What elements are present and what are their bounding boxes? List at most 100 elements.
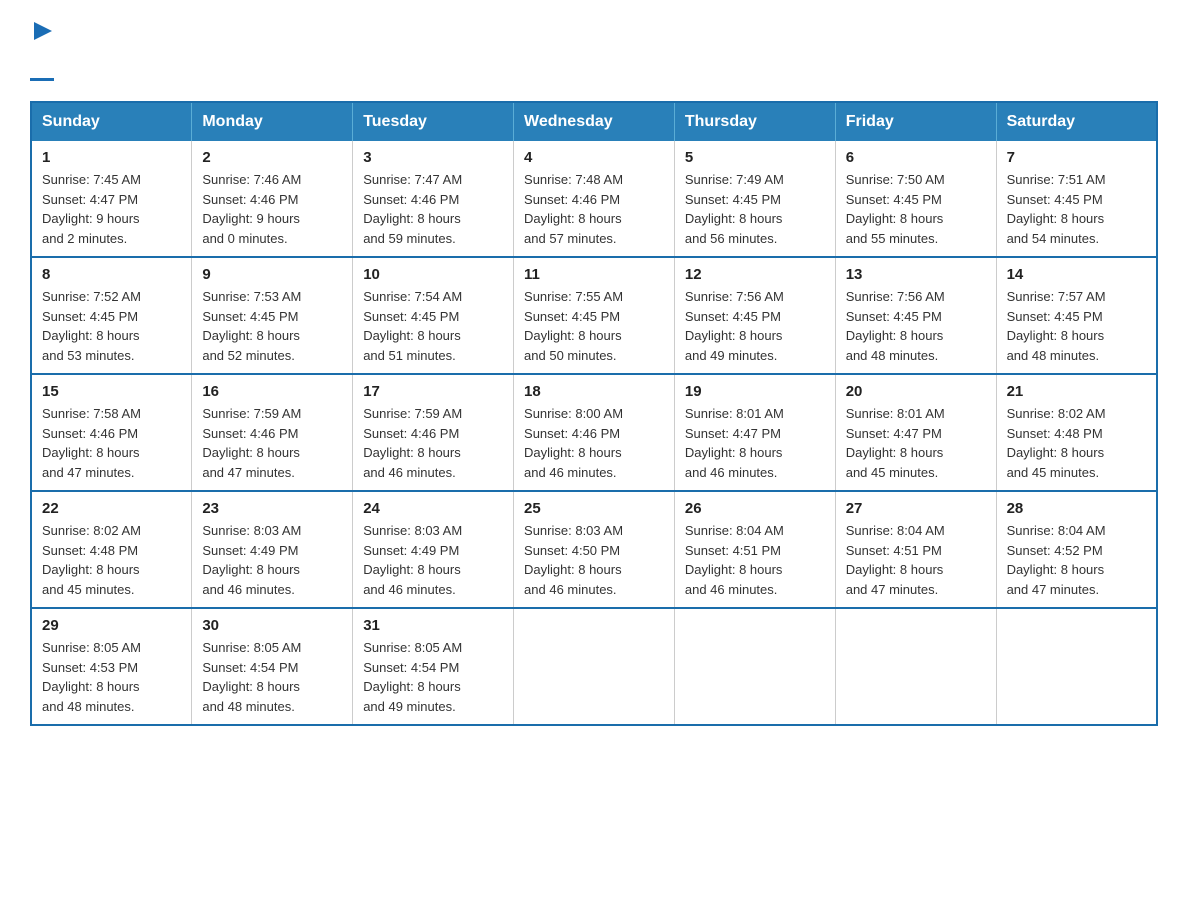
- day-info: Sunrise: 7:57 AMSunset: 4:45 PMDaylight:…: [1007, 289, 1106, 363]
- day-info: Sunrise: 7:50 AMSunset: 4:45 PMDaylight:…: [846, 172, 945, 246]
- day-info: Sunrise: 7:55 AMSunset: 4:45 PMDaylight:…: [524, 289, 623, 363]
- day-info: Sunrise: 8:02 AMSunset: 4:48 PMDaylight:…: [1007, 406, 1106, 480]
- day-number: 14: [1007, 266, 1146, 283]
- day-number: 12: [685, 266, 825, 283]
- day-number: 31: [363, 617, 503, 634]
- calendar-cell: 21 Sunrise: 8:02 AMSunset: 4:48 PMDaylig…: [996, 374, 1157, 491]
- calendar-cell: 16 Sunrise: 7:59 AMSunset: 4:46 PMDaylig…: [192, 374, 353, 491]
- day-info: Sunrise: 8:02 AMSunset: 4:48 PMDaylight:…: [42, 523, 141, 597]
- calendar-cell: 11 Sunrise: 7:55 AMSunset: 4:45 PMDaylig…: [514, 257, 675, 374]
- day-info: Sunrise: 8:03 AMSunset: 4:50 PMDaylight:…: [524, 523, 623, 597]
- calendar-cell: 2 Sunrise: 7:46 AMSunset: 4:46 PMDayligh…: [192, 141, 353, 257]
- day-info: Sunrise: 7:54 AMSunset: 4:45 PMDaylight:…: [363, 289, 462, 363]
- calendar-cell: 12 Sunrise: 7:56 AMSunset: 4:45 PMDaylig…: [674, 257, 835, 374]
- calendar-cell: [996, 608, 1157, 725]
- day-number: 19: [685, 383, 825, 400]
- day-info: Sunrise: 8:00 AMSunset: 4:46 PMDaylight:…: [524, 406, 623, 480]
- calendar-cell: 15 Sunrise: 7:58 AMSunset: 4:46 PMDaylig…: [31, 374, 192, 491]
- calendar-cell: 3 Sunrise: 7:47 AMSunset: 4:46 PMDayligh…: [353, 141, 514, 257]
- day-number: 4: [524, 149, 664, 166]
- column-header-thursday: Thursday: [674, 102, 835, 141]
- day-number: 23: [202, 500, 342, 517]
- calendar-cell: 20 Sunrise: 8:01 AMSunset: 4:47 PMDaylig…: [835, 374, 996, 491]
- day-info: Sunrise: 7:51 AMSunset: 4:45 PMDaylight:…: [1007, 172, 1106, 246]
- day-info: Sunrise: 8:05 AMSunset: 4:54 PMDaylight:…: [363, 640, 462, 714]
- calendar-cell: 7 Sunrise: 7:51 AMSunset: 4:45 PMDayligh…: [996, 141, 1157, 257]
- day-number: 10: [363, 266, 503, 283]
- calendar-week-row: 8 Sunrise: 7:52 AMSunset: 4:45 PMDayligh…: [31, 257, 1157, 374]
- calendar-cell: 30 Sunrise: 8:05 AMSunset: 4:54 PMDaylig…: [192, 608, 353, 725]
- day-info: Sunrise: 7:58 AMSunset: 4:46 PMDaylight:…: [42, 406, 141, 480]
- day-number: 18: [524, 383, 664, 400]
- calendar-header-row: SundayMondayTuesdayWednesdayThursdayFrid…: [31, 102, 1157, 141]
- day-info: Sunrise: 8:03 AMSunset: 4:49 PMDaylight:…: [202, 523, 301, 597]
- calendar-table: SundayMondayTuesdayWednesdayThursdayFrid…: [30, 101, 1158, 726]
- column-header-tuesday: Tuesday: [353, 102, 514, 141]
- logo-underline: [30, 78, 54, 81]
- column-header-wednesday: Wednesday: [514, 102, 675, 141]
- calendar-cell: 6 Sunrise: 7:50 AMSunset: 4:45 PMDayligh…: [835, 141, 996, 257]
- calendar-cell: 22 Sunrise: 8:02 AMSunset: 4:48 PMDaylig…: [31, 491, 192, 608]
- day-info: Sunrise: 7:49 AMSunset: 4:45 PMDaylight:…: [685, 172, 784, 246]
- calendar-cell: [514, 608, 675, 725]
- day-number: 17: [363, 383, 503, 400]
- day-number: 13: [846, 266, 986, 283]
- calendar-cell: 25 Sunrise: 8:03 AMSunset: 4:50 PMDaylig…: [514, 491, 675, 608]
- column-header-saturday: Saturday: [996, 102, 1157, 141]
- calendar-cell: 19 Sunrise: 8:01 AMSunset: 4:47 PMDaylig…: [674, 374, 835, 491]
- column-header-sunday: Sunday: [31, 102, 192, 141]
- day-info: Sunrise: 7:45 AMSunset: 4:47 PMDaylight:…: [42, 172, 141, 246]
- calendar-cell: 31 Sunrise: 8:05 AMSunset: 4:54 PMDaylig…: [353, 608, 514, 725]
- day-info: Sunrise: 7:56 AMSunset: 4:45 PMDaylight:…: [685, 289, 784, 363]
- day-number: 24: [363, 500, 503, 517]
- day-info: Sunrise: 8:05 AMSunset: 4:54 PMDaylight:…: [202, 640, 301, 714]
- calendar-cell: 24 Sunrise: 8:03 AMSunset: 4:49 PMDaylig…: [353, 491, 514, 608]
- page-header: [30, 20, 1158, 81]
- day-info: Sunrise: 8:04 AMSunset: 4:51 PMDaylight:…: [846, 523, 945, 597]
- calendar-cell: 27 Sunrise: 8:04 AMSunset: 4:51 PMDaylig…: [835, 491, 996, 608]
- calendar-cell: 10 Sunrise: 7:54 AMSunset: 4:45 PMDaylig…: [353, 257, 514, 374]
- day-number: 2: [202, 149, 342, 166]
- day-number: 6: [846, 149, 986, 166]
- calendar-cell: 29 Sunrise: 8:05 AMSunset: 4:53 PMDaylig…: [31, 608, 192, 725]
- day-info: Sunrise: 7:59 AMSunset: 4:46 PMDaylight:…: [202, 406, 301, 480]
- calendar-cell: 17 Sunrise: 7:59 AMSunset: 4:46 PMDaylig…: [353, 374, 514, 491]
- day-number: 1: [42, 149, 181, 166]
- day-number: 5: [685, 149, 825, 166]
- calendar-cell: 1 Sunrise: 7:45 AMSunset: 4:47 PMDayligh…: [31, 141, 192, 257]
- calendar-cell: 28 Sunrise: 8:04 AMSunset: 4:52 PMDaylig…: [996, 491, 1157, 608]
- day-number: 9: [202, 266, 342, 283]
- day-info: Sunrise: 7:46 AMSunset: 4:46 PMDaylight:…: [202, 172, 301, 246]
- day-info: Sunrise: 8:01 AMSunset: 4:47 PMDaylight:…: [846, 406, 945, 480]
- day-number: 21: [1007, 383, 1146, 400]
- day-number: 26: [685, 500, 825, 517]
- day-number: 28: [1007, 500, 1146, 517]
- day-number: 29: [42, 617, 181, 634]
- column-header-friday: Friday: [835, 102, 996, 141]
- calendar-week-row: 22 Sunrise: 8:02 AMSunset: 4:48 PMDaylig…: [31, 491, 1157, 608]
- calendar-cell: 9 Sunrise: 7:53 AMSunset: 4:45 PMDayligh…: [192, 257, 353, 374]
- day-number: 27: [846, 500, 986, 517]
- logo-arrow-icon: [32, 20, 54, 42]
- day-info: Sunrise: 8:04 AMSunset: 4:51 PMDaylight:…: [685, 523, 784, 597]
- day-number: 22: [42, 500, 181, 517]
- calendar-cell: [674, 608, 835, 725]
- day-info: Sunrise: 8:05 AMSunset: 4:53 PMDaylight:…: [42, 640, 141, 714]
- day-info: Sunrise: 8:01 AMSunset: 4:47 PMDaylight:…: [685, 406, 784, 480]
- day-number: 3: [363, 149, 503, 166]
- calendar-cell: 14 Sunrise: 7:57 AMSunset: 4:45 PMDaylig…: [996, 257, 1157, 374]
- calendar-cell: 23 Sunrise: 8:03 AMSunset: 4:49 PMDaylig…: [192, 491, 353, 608]
- calendar-cell: 13 Sunrise: 7:56 AMSunset: 4:45 PMDaylig…: [835, 257, 996, 374]
- calendar-cell: 4 Sunrise: 7:48 AMSunset: 4:46 PMDayligh…: [514, 141, 675, 257]
- day-info: Sunrise: 7:52 AMSunset: 4:45 PMDaylight:…: [42, 289, 141, 363]
- calendar-cell: 5 Sunrise: 7:49 AMSunset: 4:45 PMDayligh…: [674, 141, 835, 257]
- day-number: 8: [42, 266, 181, 283]
- calendar-cell: 8 Sunrise: 7:52 AMSunset: 4:45 PMDayligh…: [31, 257, 192, 374]
- day-number: 30: [202, 617, 342, 634]
- day-info: Sunrise: 7:47 AMSunset: 4:46 PMDaylight:…: [363, 172, 462, 246]
- day-info: Sunrise: 8:03 AMSunset: 4:49 PMDaylight:…: [363, 523, 462, 597]
- day-number: 15: [42, 383, 181, 400]
- day-number: 7: [1007, 149, 1146, 166]
- day-info: Sunrise: 7:53 AMSunset: 4:45 PMDaylight:…: [202, 289, 301, 363]
- column-header-monday: Monday: [192, 102, 353, 141]
